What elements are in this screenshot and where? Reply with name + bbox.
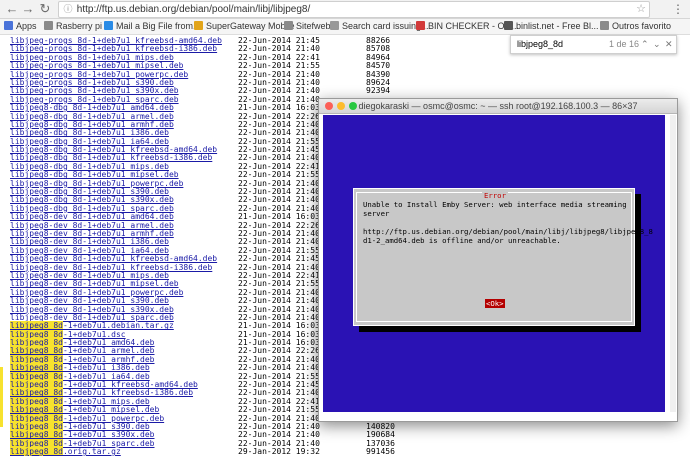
browser-toolbar: ← → ↻ ⓘ http://ftp.us.debian.org/debian/… — [0, 0, 690, 19]
terminal-scrollbar[interactable] — [670, 115, 676, 412]
reload-icon[interactable]: ↻ — [37, 1, 53, 17]
find-prev-icon[interactable]: ⌃ — [641, 36, 649, 53]
bin-icon — [416, 21, 425, 30]
bookmark-star-icon[interactable]: ☆ — [636, 2, 646, 17]
bookmark-apps[interactable]: Apps — [4, 19, 37, 34]
error-dialog: Error Unable to Install Emby Server: web… — [353, 188, 653, 326]
binlist-icon — [504, 21, 513, 30]
folder-icon — [284, 21, 293, 30]
folder-icon — [600, 21, 609, 30]
scroll-highlight-marker — [0, 367, 3, 427]
page-info-icon[interactable]: ⓘ — [62, 2, 74, 17]
find-match-highlight: libjpeg8_8d — [10, 405, 63, 415]
bookmark-search-card[interactable]: Search card issuing... — [330, 19, 429, 34]
bookmark-binlist[interactable]: binlist.net - Free Bl... — [504, 19, 599, 34]
dialog-message: Unable to Install Emby Server: web inter… — [363, 200, 653, 245]
apps-icon — [4, 21, 13, 30]
browser-menu-icon[interactable]: ⋮ — [672, 1, 684, 17]
file-date: 29-Jan-2012 19:32 — [238, 447, 320, 457]
close-window-icon[interactable] — [325, 102, 333, 110]
file-link[interactable]: libjpeg8_8d.orig.tar.gz — [10, 447, 121, 457]
forward-icon[interactable]: → — [20, 1, 36, 17]
zoom-window-icon[interactable] — [349, 102, 357, 110]
terminal-window[interactable]: diegokaraski — osmc@osmc: ~ — ssh root@1… — [318, 98, 678, 422]
find-match-highlight: libjpeg8_8d — [10, 447, 63, 457]
find-input[interactable]: libjpeg8_8d — [517, 36, 563, 53]
url-text: http://ftp.us.debian.org/debian/pool/mai… — [76, 4, 311, 15]
bookmark-supergateway[interactable]: SuperGateway Mobile — [194, 19, 295, 34]
file-size: 991456 — [366, 447, 395, 457]
bookmark-outros[interactable]: Outros favorito — [600, 19, 671, 34]
terminal-title: diegokaraski — osmc@osmc: ~ — ssh root@1… — [358, 101, 638, 111]
folder-icon — [44, 21, 53, 30]
minimize-window-icon[interactable] — [337, 102, 345, 110]
find-match-highlight: libjpeg8_8d — [10, 430, 63, 440]
search-icon — [330, 21, 339, 30]
terminal-screen[interactable]: Error Unable to Install Emby Server: web… — [323, 115, 665, 412]
gateway-icon — [194, 21, 203, 30]
address-bar[interactable]: ⓘ http://ftp.us.debian.org/debian/pool/m… — [58, 1, 650, 18]
terminal-titlebar[interactable]: diegokaraski — osmc@osmc: ~ — ssh root@1… — [319, 99, 677, 114]
find-close-icon[interactable]: ✕ — [665, 36, 673, 53]
find-match-highlight: libjpeg8_8d — [10, 363, 63, 373]
find-bar: libjpeg8_8d 1 de 16 ⌃ ⌄ ✕ — [510, 35, 677, 54]
bookmark-sitefweb[interactable]: Sitefweb — [284, 19, 331, 34]
bookmark-mail-big-file[interactable]: Mail a Big File from... — [104, 19, 201, 34]
back-icon[interactable]: ← — [4, 1, 20, 17]
bookmark-rasberry[interactable]: Rasberry pi — [44, 19, 102, 34]
dialog-title: Error — [482, 191, 508, 200]
find-next-icon[interactable]: ⌄ — [653, 36, 661, 53]
find-match-highlight: libjpeg8_8d — [10, 321, 63, 331]
find-count: 1 de 16 — [609, 39, 640, 49]
bookmarks-bar: Apps Rasberry pi Mail a Big File from...… — [0, 19, 690, 35]
ok-button[interactable]: <Ok> — [485, 299, 505, 308]
file-size: 92394 — [366, 86, 391, 96]
mail-icon — [104, 21, 113, 30]
